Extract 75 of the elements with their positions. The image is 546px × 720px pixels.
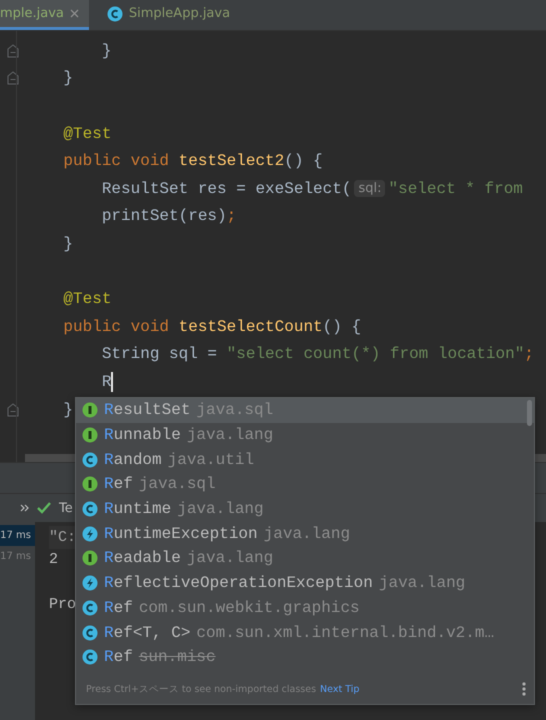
hint-text: Press Ctrl+スペース to see non-imported classes xyxy=(86,682,316,696)
lightning-icon xyxy=(82,575,98,592)
type-name: Ref xyxy=(104,648,133,666)
class-icon xyxy=(82,624,98,641)
more-icon[interactable] xyxy=(522,682,526,696)
fold-icon[interactable] xyxy=(6,71,18,86)
completion-item[interactable]: Readable java.lang xyxy=(76,546,534,571)
code-text: "select * from xyxy=(388,180,523,198)
package-name: java.sql xyxy=(138,475,216,494)
close-icon[interactable] xyxy=(70,9,79,18)
next-tip-link[interactable]: Next Tip xyxy=(320,684,360,694)
class-icon xyxy=(82,649,98,666)
package-name: sun.misc xyxy=(138,648,216,666)
completion-item[interactable]: Ref sun.misc xyxy=(76,644,534,670)
completion-item[interactable]: Random java.util xyxy=(76,447,534,472)
code-text: ResultSet res = exeSelect( xyxy=(102,180,352,198)
type-name: Runtime xyxy=(104,500,172,518)
code-text: @Test xyxy=(63,124,112,143)
type-name: Random xyxy=(104,450,162,469)
parameter-hint: sql: xyxy=(354,180,386,198)
interface-icon xyxy=(82,402,98,418)
completion-item[interactable]: Ref com.sun.webkit.graphics xyxy=(76,596,534,620)
code-text: R xyxy=(102,372,112,391)
test-time[interactable]: 17 ms xyxy=(0,525,35,546)
interface-icon xyxy=(82,427,98,444)
code-text: } xyxy=(63,400,74,419)
lightning-icon xyxy=(82,526,98,542)
code-text: } xyxy=(102,42,112,60)
fold-icon[interactable] xyxy=(6,402,18,417)
code-text: } xyxy=(63,69,74,88)
type-name: Ref<T, C> xyxy=(104,624,190,642)
class-icon xyxy=(106,6,123,22)
file-tab[interactable]: mple.java xyxy=(0,0,89,30)
code-text: } xyxy=(63,234,74,253)
package-name: java.lang xyxy=(177,500,264,518)
package-name: java.util xyxy=(168,450,254,469)
type-name: RuntimeException xyxy=(104,524,258,543)
class-icon xyxy=(82,452,98,468)
check-icon xyxy=(37,502,51,514)
fold-icon[interactable] xyxy=(6,44,18,58)
completion-item[interactable]: Runtime java.lang xyxy=(76,496,534,522)
console-output: Pro xyxy=(49,596,76,613)
code-text: String sql = "select count(*) from location"; xyxy=(102,345,534,364)
test-tab[interactable]: Te xyxy=(59,500,73,516)
code-text: public void testSelectCount() { xyxy=(63,318,362,336)
package-name: java.lang xyxy=(264,524,350,543)
test-time[interactable]: 17 ms xyxy=(0,546,35,567)
code-text: @Test xyxy=(63,290,112,308)
type-name: Runnable xyxy=(104,426,181,444)
type-name: Readable xyxy=(104,549,181,568)
scrollbar-thumb[interactable] xyxy=(527,400,532,426)
console-output: 2 xyxy=(49,551,58,568)
interface-icon xyxy=(82,476,98,492)
completion-item[interactable]: ReflectiveOperationException java.lang xyxy=(76,570,534,596)
expand-icon[interactable] xyxy=(20,504,29,512)
console-output: "C: xyxy=(49,528,76,546)
interface-icon xyxy=(82,550,98,566)
completion-item[interactable]: Ref java.sql xyxy=(76,472,534,497)
package-name: java.lang xyxy=(186,426,274,444)
package-name: com.sun.webkit.graphics xyxy=(138,598,360,617)
type-name: Ref xyxy=(104,475,133,494)
type-name: ReflectiveOperationException xyxy=(104,574,373,592)
type-name: ResultSet xyxy=(104,401,190,420)
completion-item[interactable]: Runnable java.lang xyxy=(76,422,534,448)
package-name: com.sun.xml.internal.bind.v2.m… xyxy=(196,624,494,642)
class-icon xyxy=(82,501,98,518)
completion-item[interactable]: Ref<T, C> com.sun.xml.internal.bind.v2.m… xyxy=(76,620,534,645)
file-tab[interactable]: SimpleApp.java xyxy=(88,0,240,30)
package-name: java.lang xyxy=(378,574,466,592)
package-name: java.lang xyxy=(186,549,274,568)
code-text: public void testSelect2() { xyxy=(63,152,323,170)
class-icon xyxy=(82,600,98,616)
code-text: printSet(res); xyxy=(102,207,236,226)
type-name: Ref xyxy=(104,598,133,617)
completion-item[interactable]: RuntimeException java.lang xyxy=(76,521,534,546)
